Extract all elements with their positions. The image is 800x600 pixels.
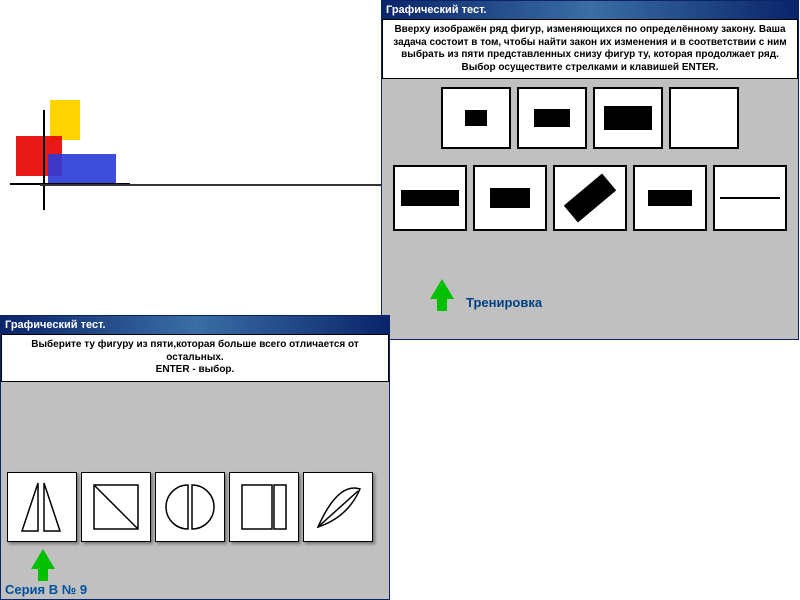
instruction-bottom: Выберите ту фигуру из пяти,которая больш… (1, 334, 389, 382)
split-square-icon (234, 477, 294, 537)
sequence-tile (517, 87, 587, 149)
divider-line (40, 184, 400, 186)
choice-tile[interactable] (553, 165, 627, 231)
crossed-square-icon (86, 477, 146, 537)
training-label: Тренировка (466, 295, 542, 310)
instruction-top: Вверху изображён ряд фигур, изменяющихся… (382, 19, 798, 79)
shape-rect (604, 106, 652, 130)
choices-row (382, 157, 798, 239)
choice-tile[interactable] (473, 165, 547, 231)
arrow-up-icon (31, 549, 55, 569)
shapes-row (1, 382, 389, 548)
shape-rect (401, 190, 459, 206)
shape-rect (534, 109, 570, 127)
window-oddone-test: Графический тест. Выберите ту фигуру из … (0, 315, 390, 600)
titlebar-top: Графический тест. (382, 1, 798, 19)
shape-tile[interactable] (155, 472, 225, 542)
window-sequence-test: Графический тест. Вверху изображён ряд ф… (381, 0, 799, 340)
choice-tile[interactable] (393, 165, 467, 231)
leaf-icon (308, 477, 368, 537)
split-circle-icon (160, 477, 220, 537)
titlebar-bottom: Графический тест. (1, 316, 389, 334)
shape-tile[interactable] (7, 472, 77, 542)
shape-tile[interactable] (229, 472, 299, 542)
shape-tile[interactable] (303, 472, 373, 542)
sequence-tile (441, 87, 511, 149)
choice-tile[interactable] (633, 165, 707, 231)
shape-rect (490, 188, 530, 208)
shape-rect (465, 110, 487, 126)
shape-tile[interactable] (81, 472, 151, 542)
selection-arrow-top (430, 279, 454, 299)
series-label: Серия B № 9 (5, 582, 87, 597)
arrow-up-icon (430, 279, 454, 299)
sequence-row (382, 79, 798, 157)
logo-graphic (10, 90, 130, 220)
shape-rect (564, 174, 616, 223)
sequence-tile (669, 87, 739, 149)
shape-rect (648, 190, 692, 206)
selection-arrow-bottom (31, 549, 55, 569)
choice-tile[interactable] (713, 165, 787, 231)
sequence-tile (593, 87, 663, 149)
triangle-pair-icon (12, 477, 72, 537)
shape-line (720, 197, 780, 199)
